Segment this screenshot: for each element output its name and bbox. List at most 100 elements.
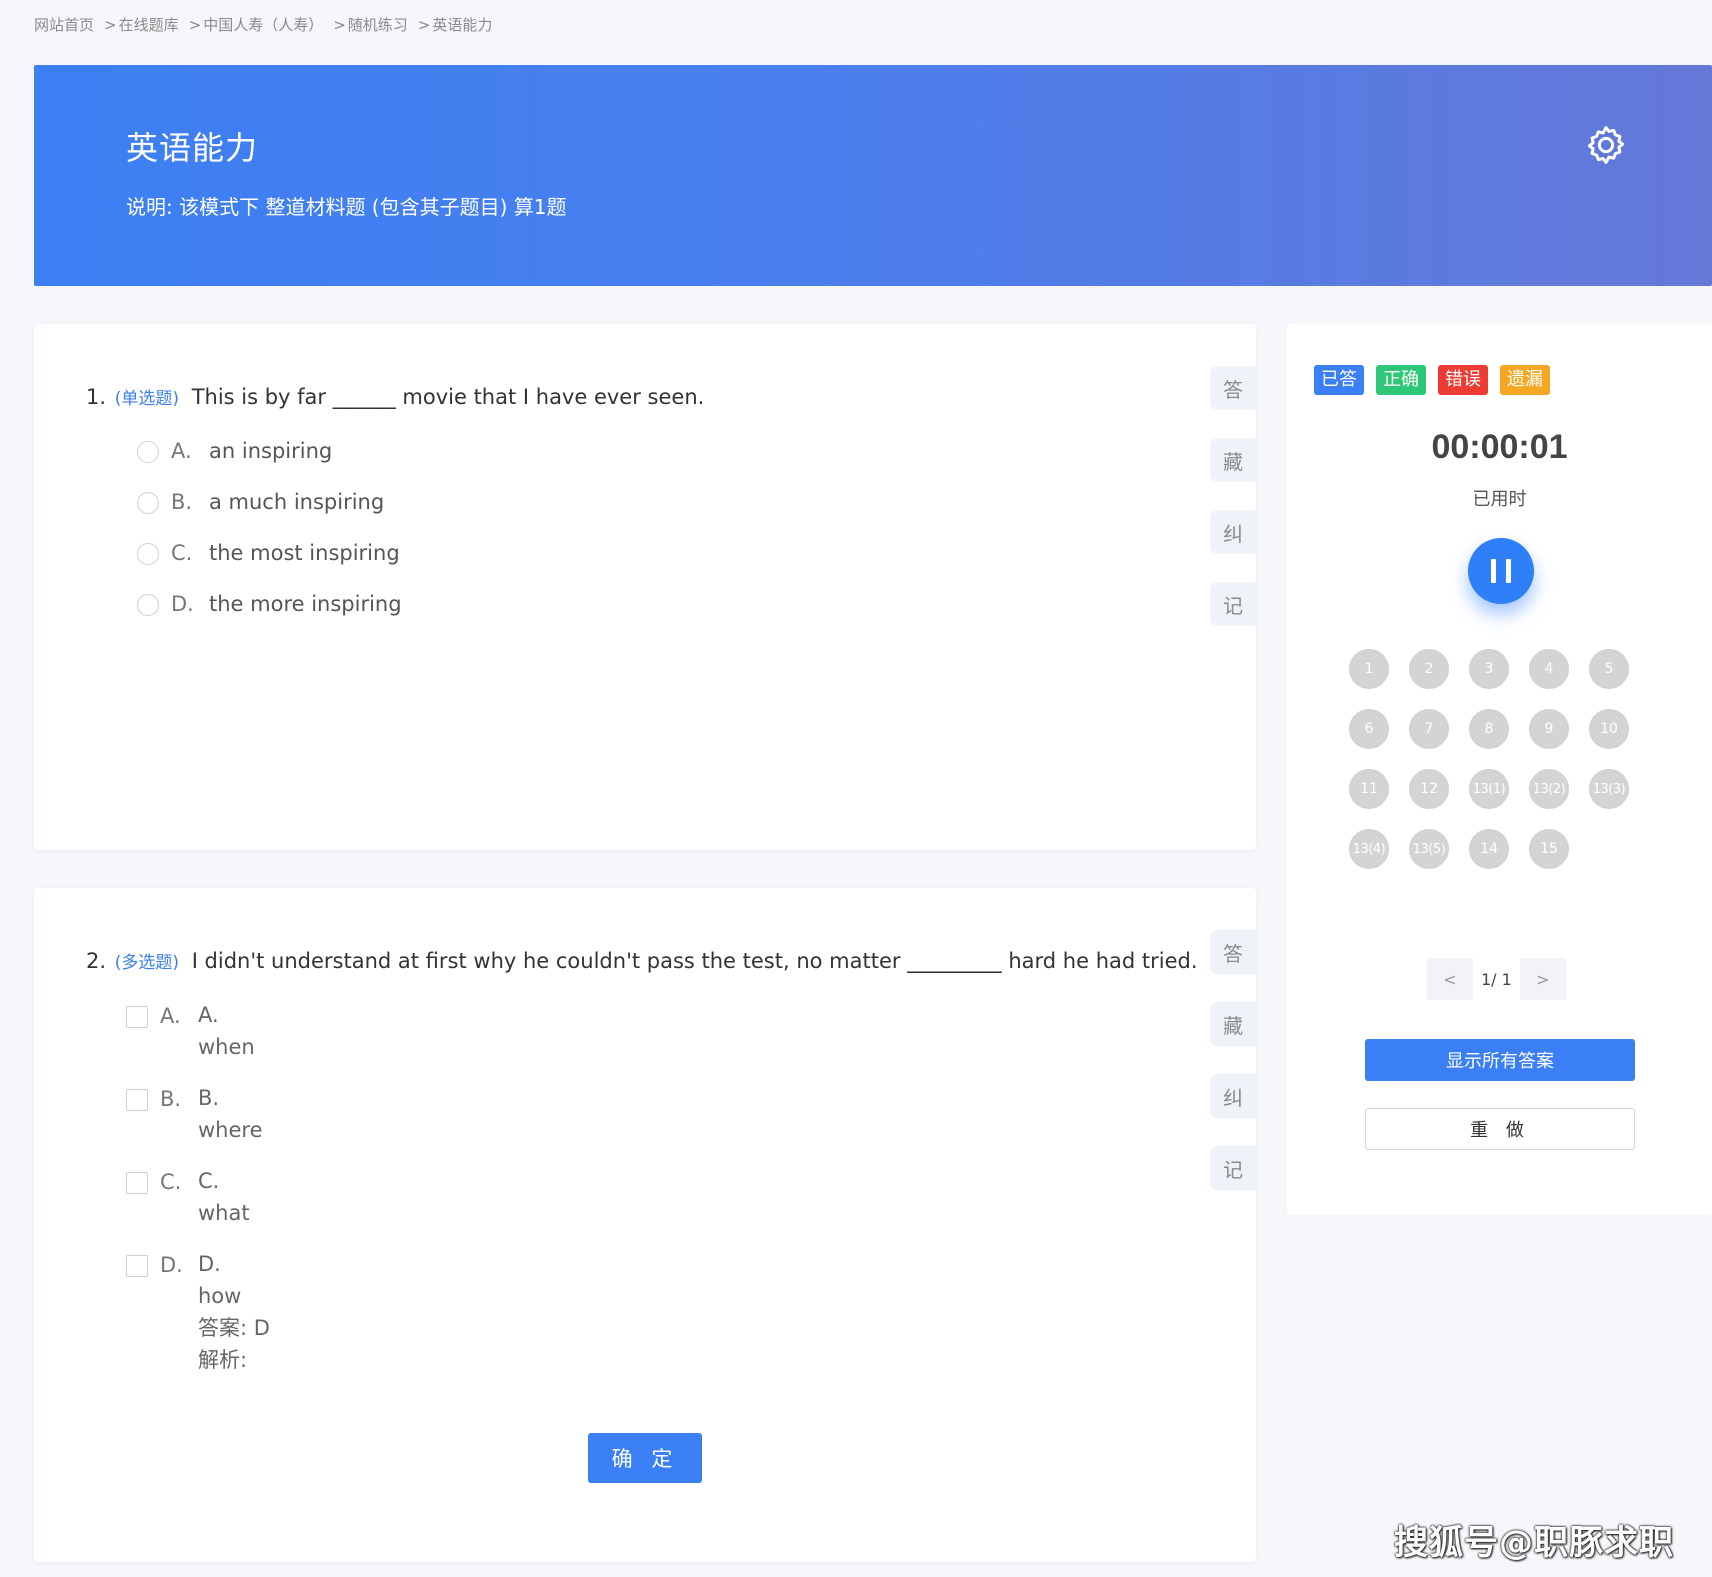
option-letter: A. [171,439,192,463]
question-nav-11[interactable]: 11 [1349,769,1389,809]
pause-button[interactable] [1468,538,1534,604]
option-text: what [198,1201,250,1225]
breadcrumb: 网站首页 > 在线题库 > 中国人寿（人寿） > 随机练习 > 英语能力 [34,14,493,35]
legend-missed: 遗漏 [1500,365,1550,395]
timer-display: 00:00:01 [1431,428,1568,466]
question-number: 1. [86,385,107,409]
answer-text: 答案: D [198,1316,270,1340]
answer-button[interactable]: 答 [1210,366,1256,410]
question-nav-15[interactable]: 15 [1529,829,1569,869]
option-letter: C. [171,541,193,565]
radio-button[interactable] [137,543,159,565]
checkbox[interactable] [126,1006,148,1028]
redo-button[interactable]: 重 做 [1365,1108,1635,1150]
breadcrumb-home[interactable]: 网站首页 [34,14,94,35]
option-letter: C. [160,1170,182,1194]
prev-page-button[interactable]: < [1427,958,1473,1000]
option-d[interactable]: D. D. how 答案: D 解析: [126,1252,270,1376]
checkbox[interactable] [126,1255,148,1277]
question-nav-9[interactable]: 9 [1529,709,1569,749]
watermark: 搜狐号@职豚求职 [1394,1523,1674,1563]
question-nav-6[interactable]: 6 [1349,709,1389,749]
option-text: the most inspiring [209,541,400,565]
page-title: 英语能力 [126,129,259,167]
radio-button[interactable] [137,594,159,616]
question-nav-13-3[interactable]: 13(3) [1589,769,1629,809]
answer-button[interactable]: 答 [1210,930,1256,974]
legend-answered: 已答 [1314,365,1364,395]
gear-icon[interactable] [1584,123,1628,167]
question-number: 2. [86,949,107,973]
question-stem: 1. (单选题) This is by far ______ movie tha… [86,384,704,409]
report-error-button[interactable]: 纠 [1210,510,1256,554]
favorite-button[interactable]: 藏 [1210,438,1256,482]
show-all-answers-button[interactable]: 显示所有答案 [1365,1039,1635,1081]
question-nav-2[interactable]: 2 [1409,649,1449,689]
question-nav-14[interactable]: 14 [1469,829,1509,869]
option-letter: B. [160,1087,182,1111]
question-nav-8[interactable]: 8 [1469,709,1509,749]
radio-button[interactable] [137,492,159,514]
question-card-2: 2. (多选题) I didn't understand at first wh… [34,888,1256,1562]
option-label: D. [198,1252,221,1276]
page-banner: 英语能力 说明: 该模式下 整道材料题 (包含其子题目) 算1题 [34,65,1712,286]
option-text: where [198,1118,263,1142]
question-text: I didn't understand at first why he coul… [191,949,1198,973]
option-text: when [198,1035,255,1059]
option-letter: D. [160,1253,183,1277]
question-nav-4[interactable]: 4 [1529,649,1569,689]
favorite-button[interactable]: 藏 [1210,1002,1256,1046]
question-nav-10[interactable]: 10 [1589,709,1629,749]
option-text: the more inspiring [209,592,402,616]
analysis-text: 解析: [198,1348,248,1372]
option-d[interactable]: D. the more inspiring [137,592,402,616]
question-nav-13-5[interactable]: 13(5) [1409,829,1449,869]
option-label: B. [198,1086,220,1110]
checkbox[interactable] [126,1089,148,1111]
pagination: < 1/ 1 > [1427,958,1566,1000]
option-letter: D. [171,592,194,616]
question-nav-1[interactable]: 1 [1349,649,1389,689]
legend-wrong: 错误 [1438,365,1488,395]
option-a[interactable]: A. an inspiring [137,439,332,463]
radio-button[interactable] [137,441,159,463]
question-nav-5[interactable]: 5 [1589,649,1629,689]
question-nav-13-4[interactable]: 13(4) [1349,829,1389,869]
option-c[interactable]: C. C. what [126,1169,250,1229]
status-legend: 已答 正确 错误 遗漏 [1314,365,1550,395]
next-page-button[interactable]: > [1519,958,1566,1000]
option-label: C. [198,1169,220,1193]
question-nav-12[interactable]: 12 [1409,769,1449,809]
question-nav-13-2[interactable]: 13(2) [1529,769,1569,809]
option-c[interactable]: C. the most inspiring [137,541,400,565]
option-letter: A. [160,1004,181,1028]
note-button[interactable]: 记 [1210,1146,1256,1190]
breadcrumb-random-practice[interactable]: 随机练习 [348,16,408,34]
page-description: 说明: 该模式下 整道材料题 (包含其子题目) 算1题 [126,195,567,219]
question-nav-3[interactable]: 3 [1469,649,1509,689]
question-type: (多选题) [114,953,179,973]
question-type: (单选题) [114,389,179,409]
question-stem: 2. (多选题) I didn't understand at first wh… [86,948,1198,973]
breadcrumb-question-bank[interactable]: 在线题库 [119,16,179,34]
answer-sheet-panel: 已答 正确 错误 遗漏 00:00:01 已用时 1 2 3 4 5 6 7 8… [1287,324,1712,1215]
pause-icon [1486,559,1516,583]
question-nav-7[interactable]: 7 [1409,709,1449,749]
question-text: This is by far ______ movie that I have … [191,385,705,409]
breadcrumb-english[interactable]: 英语能力 [432,16,492,34]
question-nav-13-1[interactable]: 13(1) [1469,769,1509,809]
option-b[interactable]: B. a much inspiring [137,490,384,514]
checkbox[interactable] [126,1172,148,1194]
confirm-button[interactable]: 确 定 [588,1433,702,1483]
option-letter: B. [171,490,193,514]
breadcrumb-company[interactable]: 中国人寿（人寿） [203,16,323,34]
option-text: a much inspiring [209,490,385,514]
legend-correct: 正确 [1376,365,1426,395]
option-a[interactable]: A. A. when [126,1003,255,1063]
option-b[interactable]: B. B. where [126,1086,263,1146]
report-error-button[interactable]: 纠 [1210,1074,1256,1118]
question-number-grid: 1 2 3 4 5 6 7 8 9 10 11 12 13(1) 13(2) 1… [1349,649,1629,869]
option-text: an inspiring [209,439,333,463]
option-label: A. [198,1003,219,1027]
note-button[interactable]: 记 [1210,582,1256,626]
